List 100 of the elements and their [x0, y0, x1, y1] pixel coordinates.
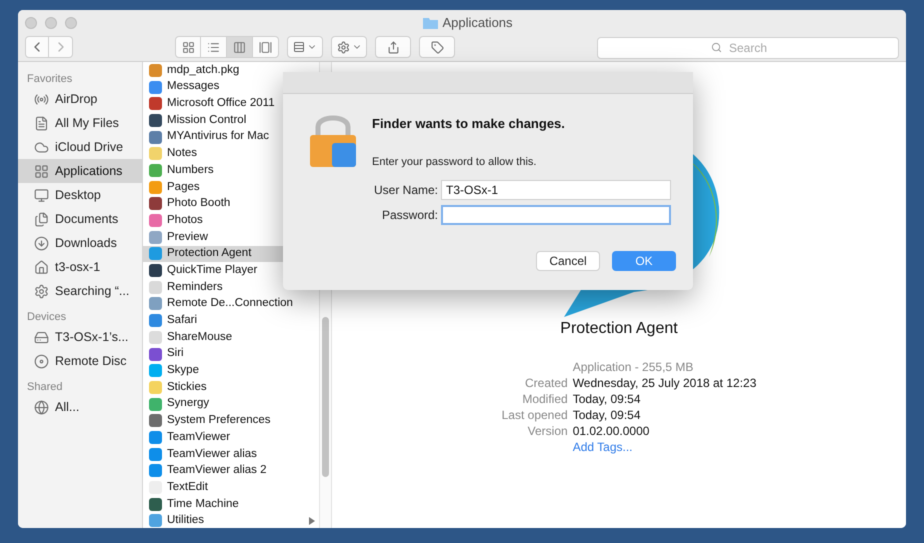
sidebar-item[interactable]: Desktop	[18, 183, 142, 207]
document-icon	[34, 116, 49, 130]
file-item[interactable]: Notes	[143, 145, 320, 162]
field-label: User Name:	[372, 182, 439, 199]
file-item[interactable]: TeamViewer alias 2	[143, 462, 320, 480]
arrange-button[interactable]	[287, 36, 323, 58]
sidebar-item[interactable]: iCloud Drive	[18, 135, 142, 159]
globe-icon	[34, 400, 49, 414]
app-icon	[149, 514, 162, 528]
sidebar-item[interactable]: Applications	[18, 159, 142, 183]
gear-icon	[34, 284, 49, 298]
dialog-message: Enter your password to allow this.	[372, 154, 538, 170]
app-icon	[149, 164, 162, 177]
list-view-button[interactable]	[201, 36, 227, 58]
action-button[interactable]	[331, 36, 367, 58]
app-icon	[149, 147, 162, 160]
file-item[interactable]: TeamViewer	[143, 429, 320, 446]
cancel-button[interactable]: Cancel	[536, 251, 600, 271]
app-icon	[149, 114, 162, 127]
file-item[interactable]: QuickTime Player	[143, 262, 320, 279]
app-icon	[149, 130, 162, 144]
file-item[interactable]: ShareMouse	[143, 329, 320, 346]
app-icon	[149, 264, 162, 278]
detail-label: Last opened	[502, 407, 568, 423]
app-icon	[149, 180, 162, 194]
detail-value: Today, 09:54	[572, 391, 642, 407]
file-item[interactable]: Siri	[143, 346, 320, 362]
add-tags-link[interactable]: Add Tags...	[572, 439, 756, 455]
sidebar-item[interactable]: T3-OSx-1’s...	[18, 325, 142, 349]
sidebar-item[interactable]: AirDrop	[18, 87, 142, 111]
home-icon	[34, 260, 49, 274]
file-item[interactable]: Time Machine	[143, 496, 320, 513]
app-icon	[149, 64, 162, 77]
field-label: Password:	[380, 207, 439, 224]
detail-label: Created	[524, 375, 568, 391]
back-button[interactable]	[25, 36, 49, 58]
grid-icon	[182, 40, 194, 54]
text-field[interactable]: T3-OSx-1	[441, 180, 671, 200]
drive-icon	[34, 330, 49, 344]
window-title: Applications	[442, 14, 513, 32]
download-icon	[34, 236, 49, 250]
icon-view-button[interactable]	[175, 36, 201, 58]
app-icon	[149, 247, 162, 260]
file-item[interactable]: Mission Control	[143, 112, 320, 129]
app-icon	[149, 414, 162, 428]
detail-label: Modified	[521, 391, 568, 407]
folder-icon	[423, 17, 438, 29]
app-icon	[149, 314, 162, 328]
file-item[interactable]: Pages	[143, 178, 320, 196]
gallery-icon	[259, 40, 272, 54]
file-item[interactable]: Safari	[143, 312, 320, 329]
grid-icon	[293, 41, 305, 53]
app-icon	[149, 348, 162, 361]
app-icon	[149, 97, 162, 110]
sidebar-item[interactable]: t3-osx-1	[18, 255, 142, 279]
detail-value: 01.02.00.0000	[572, 423, 650, 439]
radio-waves-icon	[34, 92, 49, 106]
file-item[interactable]: TeamViewer alias	[143, 446, 320, 462]
tag-button[interactable]	[419, 36, 455, 58]
file-item[interactable]: Messages	[143, 78, 320, 96]
file-name: Protection Agent	[560, 319, 678, 339]
file-item[interactable]: Synergy	[143, 396, 320, 412]
file-item[interactable]: Preview	[143, 228, 320, 246]
app-icon	[149, 464, 162, 478]
detail-label: Version	[526, 423, 568, 439]
file-item[interactable]: System Preferences	[143, 412, 320, 430]
sidebar-item[interactable]: Documents	[18, 207, 142, 231]
columns-icon	[233, 40, 246, 54]
file-item[interactable]: Stickies	[143, 379, 320, 396]
file-item[interactable]: Remote De...Connection	[143, 296, 320, 312]
app-icon	[149, 330, 162, 344]
text-field[interactable]	[441, 205, 671, 225]
app-icon	[149, 80, 162, 94]
file-item[interactable]: TextEdit	[143, 479, 320, 496]
detail-value: Wednesday, 25 July 2018 at 12:23	[572, 375, 756, 391]
file-item[interactable]: Skype	[143, 362, 320, 380]
search-field[interactable]: Search	[597, 37, 899, 59]
sidebar-item[interactable]: Remote Disc	[18, 349, 142, 373]
file-item[interactable]: Reminders	[143, 278, 320, 296]
sidebar-item[interactable]: All My Files	[18, 111, 142, 135]
share-button[interactable]	[375, 36, 411, 58]
sidebar-item[interactable]: Downloads	[18, 231, 142, 255]
file-item[interactable]: mdp_atch.pkg	[143, 62, 320, 79]
app-icon	[149, 364, 162, 378]
app-icon	[149, 197, 162, 210]
file-kind-size: Application - 255,5 MB	[572, 359, 694, 375]
detail-value: Today, 09:54	[572, 407, 642, 423]
sidebar-item[interactable]: All...	[18, 395, 142, 419]
file-item[interactable]: MYAntivirus for Mac	[143, 128, 320, 146]
column-view-button[interactable]	[227, 36, 253, 58]
file-item[interactable]: Numbers	[143, 162, 320, 179]
app-icon	[149, 230, 162, 244]
sidebar-item[interactable]: Searching “...	[18, 279, 142, 303]
grid-icon	[34, 164, 49, 178]
file-item[interactable]: Microsoft Office 2011	[143, 95, 320, 112]
cover-flow-button[interactable]	[253, 36, 279, 58]
app-icon	[149, 498, 162, 511]
file-item[interactable]: Photos	[143, 212, 320, 229]
file-item[interactable]: Photo Booth	[143, 196, 320, 212]
app-icon	[149, 448, 162, 461]
